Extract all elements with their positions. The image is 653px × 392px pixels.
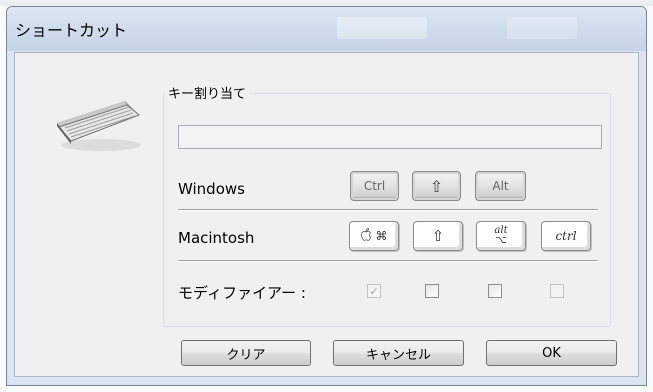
shift-icon: ⇧ [431, 227, 445, 245]
ok-button[interactable]: OK [486, 340, 617, 366]
alt-key-toggle[interactable]: Alt [475, 171, 526, 201]
background-blur [337, 17, 427, 39]
modifier-checkbox-2[interactable] [425, 284, 439, 298]
separator [178, 209, 598, 211]
cancel-button[interactable]: キャンセル [333, 340, 464, 366]
keyboard-icon [57, 101, 141, 151]
mac-shift-key-toggle[interactable]: ⇧ [413, 221, 463, 251]
title-bar[interactable]: ショートカット [7, 7, 646, 51]
ctrl-key-label: Ctrl [363, 179, 386, 193]
shortcut-dialog: ショートカット キー割り当て Windows Ctrl ⇧ Alt Macint… [6, 6, 647, 386]
modifier-checkbox-3[interactable] [488, 284, 502, 298]
group-label: キー割り当て [165, 83, 250, 102]
separator [178, 260, 598, 262]
dialog-title: ショートカット [15, 21, 128, 40]
modifier-checkbox-4[interactable] [550, 284, 564, 298]
macintosh-label: Macintosh [178, 229, 255, 247]
clear-button[interactable]: クリア [181, 340, 311, 366]
shift-icon: ⇧ [429, 176, 444, 196]
option-icon: ⌥ [495, 235, 507, 246]
mac-ctrl-key-toggle[interactable]: ctrl [541, 221, 591, 251]
ctrl-key-label: ctrl [555, 229, 577, 243]
dialog-client-area: キー割り当て Windows Ctrl ⇧ Alt Macintosh ⌘ ⇧ … [14, 52, 639, 377]
shortcut-input[interactable] [178, 125, 602, 149]
apple-icon [360, 228, 372, 244]
command-icon: ⌘ [375, 229, 388, 243]
screen: ショートカット キー割り当て Windows Ctrl ⇧ Alt Macint… [0, 0, 653, 392]
background-blur [507, 17, 577, 39]
alt-key-label: Alt [492, 179, 509, 193]
modifier-checkbox-1[interactable]: ✓ [367, 284, 381, 298]
option-key-toggle[interactable]: alt ⌥ [476, 221, 526, 251]
apple-logo-icon [360, 228, 371, 241]
modifier-label: モディファイアー : [178, 284, 306, 302]
shift-key-toggle[interactable]: ⇧ [412, 171, 461, 201]
command-key-toggle[interactable]: ⌘ [349, 221, 399, 251]
ctrl-key-toggle[interactable]: Ctrl [350, 171, 399, 201]
windows-label: Windows [178, 180, 245, 198]
